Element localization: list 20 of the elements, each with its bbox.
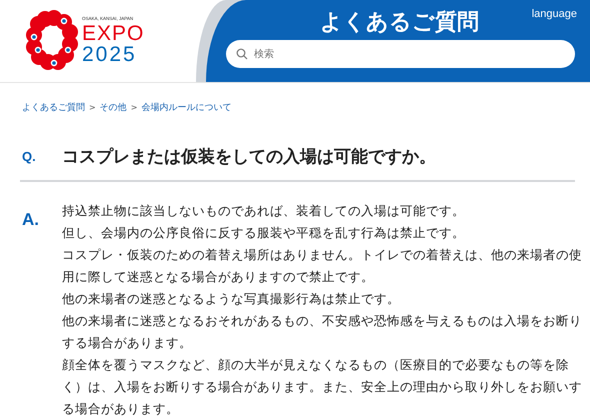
breadcrumb-link[interactable]: その他 bbox=[100, 100, 127, 114]
breadcrumb-separator: > bbox=[130, 102, 138, 112]
language-link[interactable]: language bbox=[532, 8, 577, 20]
question-text: コスプレまたは仮装をしての入場は可能ですか。 bbox=[62, 146, 436, 168]
page-title: よくあるご質問 bbox=[320, 9, 479, 37]
search-field[interactable]: 検索 bbox=[226, 40, 575, 68]
question-mark: Q. bbox=[21, 149, 37, 164]
answer-paragraph: 他の来場者に迷惑となるおそれがあるもの、不安感や恐怖感を与えるものは入場をお断りする場合があります。 bbox=[62, 312, 583, 352]
breadcrumb-link[interactable]: 会場内ルールについて bbox=[141, 100, 232, 114]
answer-paragraph: 顔全体を覆うマスクなど、顔の大半が見えなくなるもの（医療目的で必要なもの等を除く）は、入場をお断りする場合があります。また、安全上の理由から取り外しをお願いする場合があります。 bbox=[62, 356, 583, 418]
logo-year: 2025 bbox=[82, 44, 138, 66]
breadcrumb-link[interactable]: よくあるご質問 bbox=[22, 100, 85, 114]
logo-icon bbox=[26, 10, 78, 72]
answer-paragraph: コスプレ・仮装のための着替え場所はありません。トイレでの着替えは、他の来場者の使用に際して迷惑となる場合がありますので禁止です。 bbox=[62, 246, 583, 286]
answer-paragraph: 但し、会場内の公序良俗に反する服装や平穏を乱す行為は禁止です。 bbox=[62, 224, 466, 242]
breadcrumb-separator: > bbox=[89, 102, 96, 112]
logo-wordmark: EXPO bbox=[82, 23, 144, 44]
answer-mark: A. bbox=[21, 209, 40, 231]
answer-paragraph: 持込禁止物に該当しないものであれば、装着しての入場は可能です。 bbox=[62, 202, 466, 220]
answer-paragraph: 他の来場者の迷惑となるような写真撮影行為は禁止です。 bbox=[62, 290, 401, 308]
